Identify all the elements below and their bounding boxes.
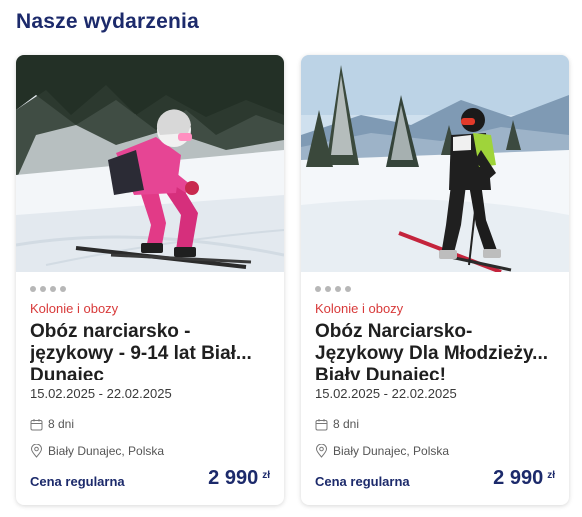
price-label: Cena regularna bbox=[30, 474, 125, 489]
event-title-line: językowy - 9-14 lat Biał... bbox=[30, 343, 252, 364]
price-amount: 2 990 bbox=[493, 467, 544, 489]
pagination-dot[interactable] bbox=[335, 286, 341, 292]
event-dates: 15.02.2025 - 22.02.2025 bbox=[30, 386, 172, 401]
pagination-dot[interactable] bbox=[325, 286, 331, 292]
event-category: Kolonie i obozy bbox=[315, 301, 404, 316]
event-title-line: Obóz Narciarsko- bbox=[315, 321, 473, 342]
event-photo[interactable] bbox=[16, 55, 284, 272]
event-title[interactable]: Obóz Narciarsko- Językowy Dla Młodzieży.… bbox=[315, 321, 555, 380]
event-card[interactable]: Kolonie i obozy Obóz narciarsko - języko… bbox=[16, 55, 284, 505]
pagination-dot[interactable] bbox=[30, 286, 36, 292]
event-location: Biały Dunajec, Polska bbox=[30, 444, 164, 458]
pagination-dot[interactable] bbox=[60, 286, 66, 292]
event-duration: 8 dni bbox=[30, 417, 74, 431]
pagination-dot[interactable] bbox=[50, 286, 56, 292]
location-pin-icon bbox=[30, 444, 43, 458]
image-pagination[interactable] bbox=[315, 286, 351, 292]
price: 2 990 zł bbox=[208, 467, 270, 490]
price-amount: 2 990 bbox=[208, 467, 259, 489]
event-category: Kolonie i obozy bbox=[30, 301, 119, 316]
event-dates: 15.02.2025 - 22.02.2025 bbox=[315, 386, 457, 401]
event-title-line: Obóz narciarsko - bbox=[30, 321, 191, 342]
calendar-icon bbox=[30, 418, 43, 430]
price: 2 990 zł bbox=[493, 467, 555, 490]
location-pin-icon bbox=[315, 444, 328, 458]
event-location: Biały Dunajec, Polska bbox=[315, 444, 449, 458]
event-photo[interactable] bbox=[301, 55, 569, 272]
section-title: Nasze wydarzenia bbox=[16, 10, 199, 33]
event-title-line: Biały Dunajec! bbox=[315, 365, 446, 380]
duration-text: 8 dni bbox=[48, 417, 75, 431]
price-currency: zł bbox=[547, 470, 555, 481]
event-duration: 8 dni bbox=[315, 417, 359, 431]
event-title[interactable]: Obóz narciarsko - językowy - 9-14 lat Bi… bbox=[30, 321, 270, 380]
duration-text: 8 dni bbox=[333, 417, 360, 431]
location-text: Biały Dunajec, Polska bbox=[333, 444, 450, 458]
event-title-line: Dunajec bbox=[30, 365, 104, 380]
price-label: Cena regularna bbox=[315, 474, 410, 489]
pagination-dot[interactable] bbox=[315, 286, 321, 292]
pagination-dot[interactable] bbox=[40, 286, 46, 292]
calendar-icon bbox=[315, 418, 328, 430]
location-text: Biały Dunajec, Polska bbox=[48, 444, 165, 458]
image-pagination[interactable] bbox=[30, 286, 66, 292]
pagination-dot[interactable] bbox=[345, 286, 351, 292]
event-title-line: Językowy Dla Młodzieży... bbox=[315, 343, 549, 364]
event-card[interactable]: Kolonie i obozy Obóz Narciarsko- Językow… bbox=[301, 55, 569, 505]
price-currency: zł bbox=[262, 470, 270, 481]
